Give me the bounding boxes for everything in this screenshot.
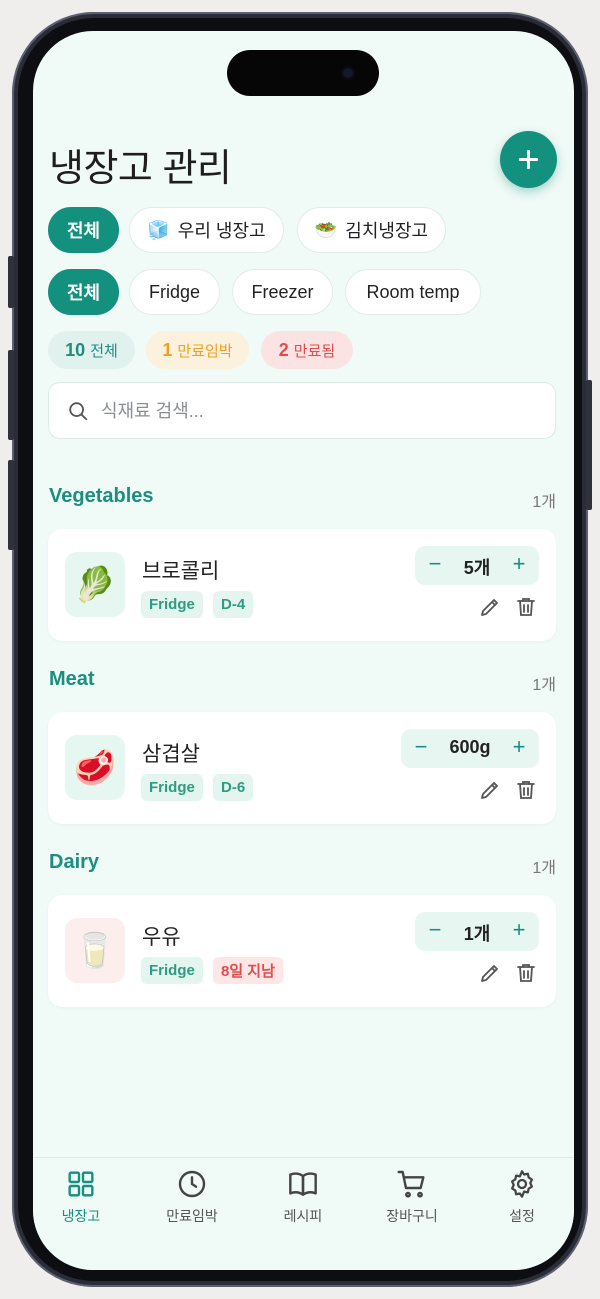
location-filter-all[interactable]: 전체 [48,269,119,315]
stat-expiring-count: 1 [162,339,173,360]
location-filter-room-temp[interactable]: Room temp [345,269,481,315]
edit-icon[interactable] [478,595,502,619]
tab-settings[interactable]: 설정 [472,1168,572,1226]
tab-label: 만료임박 [166,1208,218,1224]
gear-icon [511,1170,533,1198]
milk-icon: 🥛 [65,918,125,983]
trash-icon[interactable] [514,778,538,802]
clock-icon [178,1170,206,1198]
quantity-value: 1개 [463,924,491,944]
item-card-pork-belly[interactable]: 🥩 삼겹살 Fridge D-6 − 600g + [48,712,556,824]
section-title-dairy: Dairy [49,851,100,873]
item-name: 브로콜리 [142,560,220,583]
stat-expired-label: 만료됨 [293,342,336,360]
add-item-button[interactable] [500,131,557,188]
quantity-value: 5개 [463,558,491,578]
section-title-vegetables: Vegetables [49,485,154,507]
item-card-broccoli[interactable]: 🥬 브로콜리 Fridge D-4 − 5개 + [48,529,556,641]
tab-recipes[interactable]: 레시피 [253,1168,353,1226]
item-card-milk[interactable]: 🥛 우유 Fridge 8일 지남 − 1개 + [48,895,556,1007]
item-name: 삼겹살 [142,743,200,766]
location-filter-label: Freezer [251,281,314,302]
trash-icon[interactable] [514,595,538,619]
item-name: 우유 [142,926,181,949]
tab-label: 레시피 [283,1208,323,1224]
dynamic-island [227,50,379,96]
tab-expiring[interactable]: 만료임박 [142,1168,242,1226]
search-input[interactable] [99,383,543,440]
tab-label: 설정 [509,1208,535,1224]
section-count-dairy: 1개 [532,860,556,877]
broccoli-icon: 🥬 [65,552,125,617]
trash-icon[interactable] [514,961,538,985]
section-count-vegetables: 1개 [532,494,556,511]
salad-icon: 🥗 [314,219,338,240]
power-button [586,380,592,510]
decrement-button[interactable]: − [421,551,449,579]
location-tag: Fridge [141,591,203,618]
stat-expired-count: 2 [278,339,289,360]
search-bar[interactable] [48,382,556,440]
section-title-meat: Meat [49,668,95,690]
camera-lens [341,66,355,80]
days-left-tag: D-6 [213,774,254,801]
meat-icon: 🥩 [65,735,125,800]
stat-total-count: 10 [65,339,86,360]
location-filter-label: Room temp [366,281,460,302]
tab-label: 장바구니 [386,1208,438,1224]
stat-expiring-label: 만료임박 [177,342,233,360]
increment-button[interactable]: + [505,734,533,762]
quantity-stepper: − 600g + [401,729,539,768]
edit-icon[interactable] [478,961,502,985]
ice-cube-icon: 🧊 [147,219,170,240]
search-icon [69,402,88,421]
tab-cart[interactable]: 장바구니 [362,1168,462,1226]
increment-button[interactable]: + [505,917,533,945]
app-screen: 냉장고 관리 전체 🧊 우리 냉장고 🥗 김치냉장고 전체 Fridge Fre… [33,31,574,1270]
location-filter-freezer[interactable]: Freezer [232,269,333,315]
quantity-stepper: − 1개 + [415,912,539,951]
edit-icon[interactable] [478,778,502,802]
location-tag: Fridge [141,957,203,984]
increment-button[interactable]: + [505,551,533,579]
location-tag: Fridge [141,774,203,801]
expired-tag: 8일 지남 [213,957,283,984]
fridge-filter-kimchi-fridge[interactable]: 🥗 김치냉장고 [297,207,446,253]
volume-up-button [8,350,14,440]
fridge-filter-our-fridge[interactable]: 🧊 우리 냉장고 [129,207,284,253]
tab-fridge[interactable]: 냉장고 [33,1168,131,1226]
grid-icon [68,1171,94,1197]
days-left-tag: D-4 [213,591,254,618]
decrement-button[interactable]: − [421,917,449,945]
bottom-tab-bar: 냉장고 만료임박 레시피 장바구니 설정 [33,1157,574,1270]
decrement-button[interactable]: − [407,734,435,762]
location-filter-fridge[interactable]: Fridge [129,269,220,315]
fridge-filter-all[interactable]: 전체 [48,207,119,253]
fridge-filter-label: 전체 [66,221,101,241]
quantity-stepper: − 5개 + [415,546,539,585]
stat-expired-badge[interactable]: 2 만료됨 [261,331,353,369]
book-icon [289,1172,317,1196]
quantity-value: 600g [449,737,491,757]
tab-label: 냉장고 [61,1208,101,1224]
volume-down-button [8,460,14,550]
location-filter-label: Fridge [148,281,201,302]
stat-expiring-badge[interactable]: 1 만료임박 [146,331,249,369]
fridge-filter-label: 김치냉장고 [345,221,429,241]
section-count-meat: 1개 [532,677,556,694]
cart-icon [397,1170,425,1198]
stat-total-badge[interactable]: 10 전체 [48,331,135,369]
fridge-filter-label: 우리 냉장고 [177,221,266,241]
page-title: 냉장고 관리 [49,148,232,190]
stat-total-label: 전체 [90,342,118,360]
location-filter-label: 전체 [66,283,101,303]
action-button [8,256,14,308]
